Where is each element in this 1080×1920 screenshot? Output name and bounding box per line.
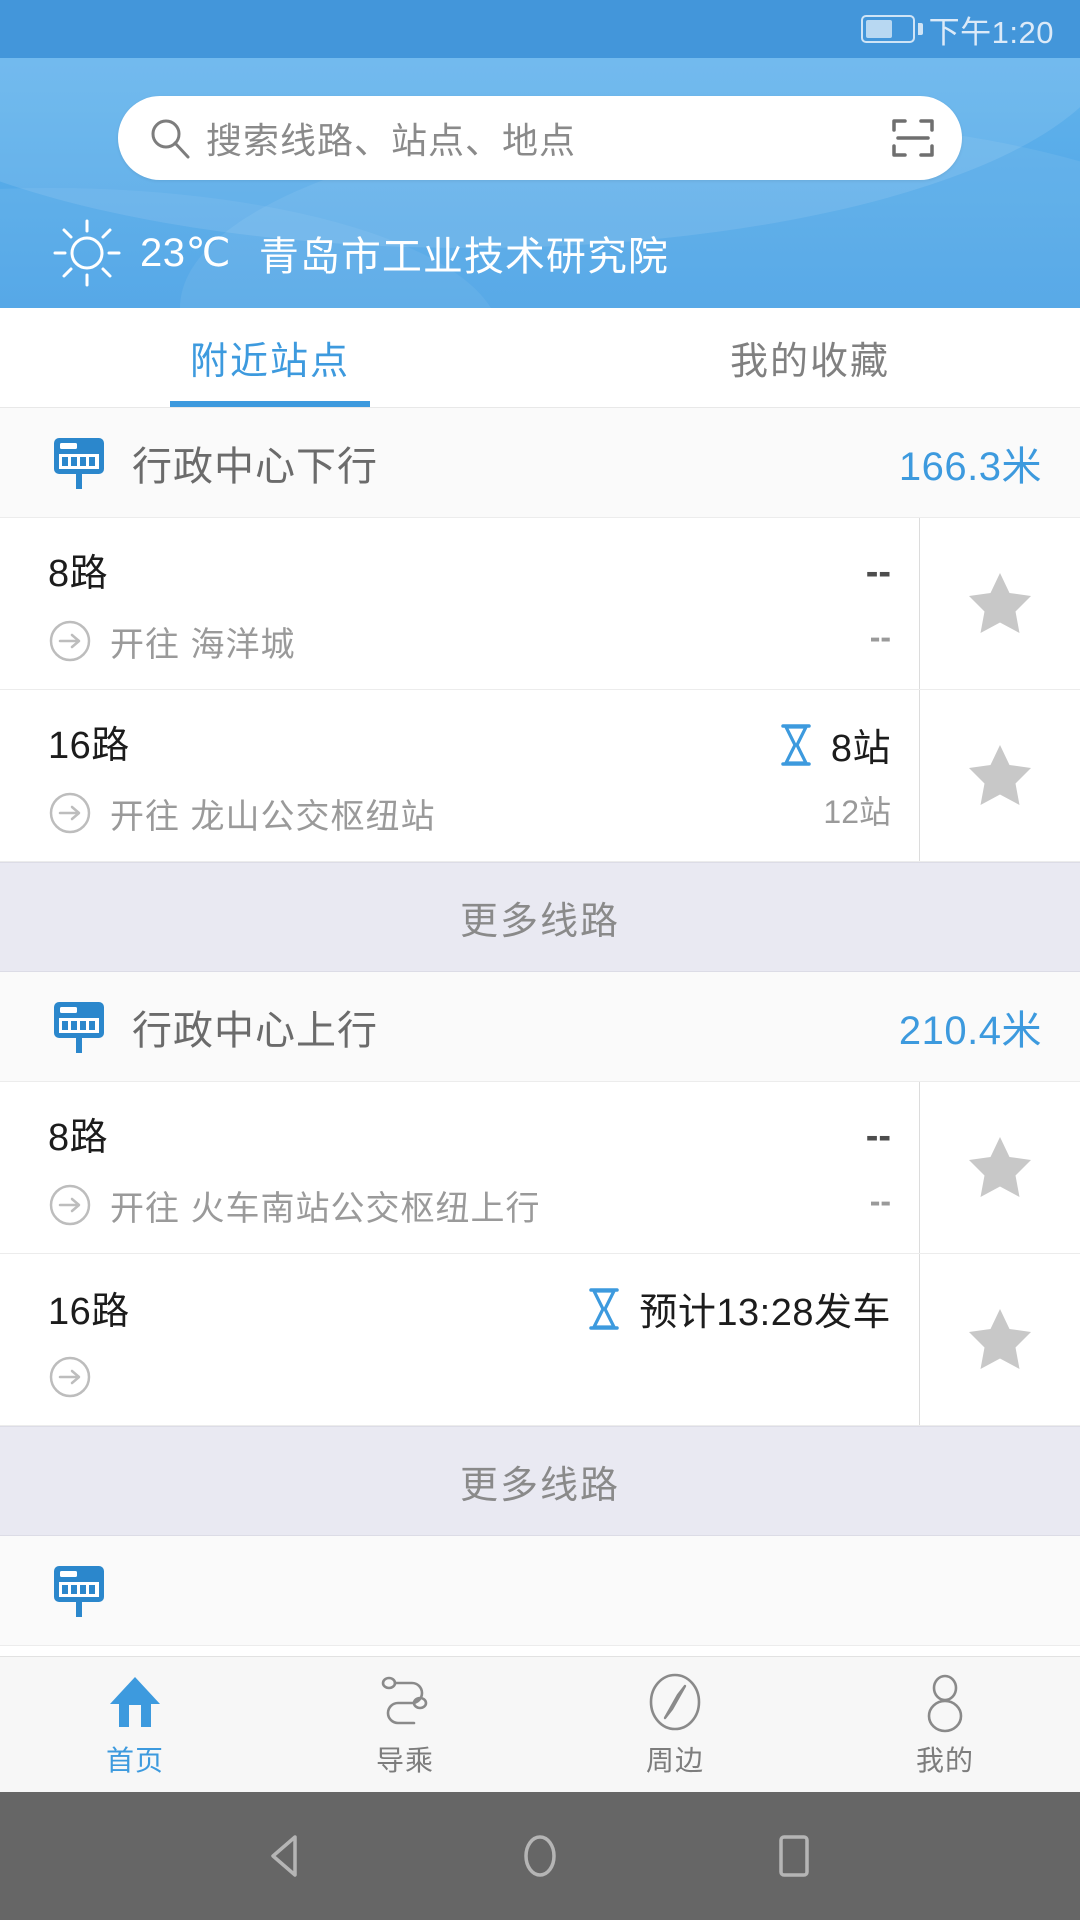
route-info: 16路 开往 龙山公交枢纽站 xyxy=(0,690,650,861)
station-header[interactable]: 行政中心上行 210.4米 xyxy=(0,972,1080,1082)
route-name: 8路 xyxy=(48,552,109,595)
hourglass-icon xyxy=(589,1287,620,1330)
star-icon[interactable] xyxy=(964,1132,1036,1204)
direction-arrow-icon xyxy=(49,1184,91,1226)
route-path-icon xyxy=(381,1676,428,1724)
route-info: 8路 开往 火车南站公交枢纽上行 xyxy=(0,1082,650,1253)
bottom-navigation: 首页 导乘 周边 我的 xyxy=(0,1656,1080,1792)
nav-item-guide[interactable]: 导乘 xyxy=(270,1657,540,1792)
direction-arrow-icon xyxy=(49,620,91,662)
app-header: 搜索线路、站点、地点 23℃ 青岛市工业技术研究院 xyxy=(0,58,1080,308)
route-name: 8路 xyxy=(48,1116,109,1159)
nav-label-nearby: 周边 xyxy=(645,1744,704,1776)
station-name: 行政中心下行 xyxy=(132,444,378,489)
home-icon xyxy=(110,1676,160,1727)
station-header-partial[interactable] xyxy=(0,1536,1080,1646)
direction-arrow-icon xyxy=(49,1356,91,1398)
nav-item-mine[interactable]: 我的 xyxy=(810,1657,1080,1792)
route-destination: 开往 龙山公交枢纽站 xyxy=(110,797,436,836)
tab-my-favorites[interactable]: 我的收藏 xyxy=(540,308,1080,407)
route-eta: 预计13:28发车 xyxy=(490,1254,920,1425)
route-eta: -- -- xyxy=(650,1082,920,1253)
station-distance: 210.4米 xyxy=(898,1008,1042,1053)
nav-item-nearby[interactable]: 周边 xyxy=(540,1657,810,1792)
bus-stop-sign-icon xyxy=(54,1565,104,1617)
home-circle-icon[interactable] xyxy=(513,1829,567,1883)
search-input[interactable]: 搜索线路、站点、地点 xyxy=(206,112,890,164)
more-routes-button[interactable]: 更多线路 xyxy=(0,1426,1080,1536)
weather-temperature: 23℃ xyxy=(140,231,231,275)
bus-stop-sign-icon xyxy=(54,437,104,489)
route-eta-primary: -- xyxy=(865,551,891,593)
scan-icon[interactable] xyxy=(890,115,936,161)
tab-nearby-stops[interactable]: 附近站点 xyxy=(0,308,540,407)
route-eta-secondary: 12站 xyxy=(823,793,891,830)
favorite-button[interactable] xyxy=(920,518,1080,689)
route-eta-secondary: -- xyxy=(869,1183,891,1219)
station-header[interactable]: 行政中心下行 166.3米 xyxy=(0,408,1080,518)
route-eta: -- -- xyxy=(650,518,920,689)
star-icon[interactable] xyxy=(964,568,1036,640)
route-row[interactable]: 16路 开往 龙山公交枢纽站 8站 12站 xyxy=(0,690,1080,862)
favorite-button[interactable] xyxy=(920,690,1080,861)
tab-bar: 附近站点 我的收藏 xyxy=(0,308,1080,408)
status-bar-clock: 下午1:20 xyxy=(928,14,1054,50)
route-name: 16路 xyxy=(48,1291,130,1333)
route-eta-primary: -- xyxy=(865,1115,891,1157)
direction-arrow-icon xyxy=(49,792,91,834)
route-row[interactable]: 16路 预计13:28发车 xyxy=(0,1254,1080,1426)
route-info: 8路 开往 海洋城 xyxy=(0,518,650,689)
search-icon xyxy=(151,119,190,159)
nav-label-home: 首页 xyxy=(105,1744,164,1776)
hourglass-icon xyxy=(781,723,811,766)
bus-stop-sign-icon xyxy=(54,1001,104,1053)
android-system-nav xyxy=(0,1792,1080,1920)
route-destination: 开往 火车南站公交枢纽上行 xyxy=(110,1189,541,1228)
route-eta: 8站 12站 xyxy=(650,690,920,861)
recents-square-icon[interactable] xyxy=(767,1829,821,1883)
back-triangle-icon[interactable] xyxy=(259,1829,313,1883)
nav-label-mine: 我的 xyxy=(915,1744,974,1776)
weather-location: 青岛市工业技术研究院 xyxy=(258,235,669,279)
person-icon xyxy=(927,1674,963,1732)
more-routes-button[interactable]: 更多线路 xyxy=(0,862,1080,972)
station-list[interactable]: 行政中心下行 166.3米 8路 开往 海洋城 -- -- 16路 开往 龙山公… xyxy=(0,408,1080,1702)
route-eta-primary: 8站 xyxy=(830,728,891,770)
route-destination: 开往 海洋城 xyxy=(110,625,296,664)
sun-icon xyxy=(53,219,121,287)
route-eta-secondary: -- xyxy=(869,619,891,655)
station-distance: 166.3米 xyxy=(898,444,1042,489)
nav-item-home[interactable]: 首页 xyxy=(0,1657,270,1792)
battery-icon xyxy=(860,15,923,43)
status-bar: 下午1:20 xyxy=(0,0,1080,58)
favorite-button[interactable] xyxy=(920,1254,1080,1425)
compass-icon xyxy=(649,1673,701,1730)
route-info: 16路 xyxy=(0,1254,490,1425)
favorite-button[interactable] xyxy=(920,1082,1080,1253)
route-eta-primary: 预计13:28发车 xyxy=(639,1292,891,1334)
route-name: 16路 xyxy=(48,724,130,767)
route-row[interactable]: 8路 开往 火车南站公交枢纽上行 -- -- xyxy=(0,1082,1080,1254)
search-bar[interactable]: 搜索线路、站点、地点 xyxy=(118,96,962,180)
nav-label-guide: 导乘 xyxy=(375,1744,434,1776)
star-icon[interactable] xyxy=(964,740,1036,812)
station-name: 行政中心上行 xyxy=(132,1008,378,1053)
route-row[interactable]: 8路 开往 海洋城 -- -- xyxy=(0,518,1080,690)
weather-bar[interactable]: 23℃ 青岛市工业技术研究院 xyxy=(0,216,1080,290)
star-icon[interactable] xyxy=(964,1304,1036,1376)
